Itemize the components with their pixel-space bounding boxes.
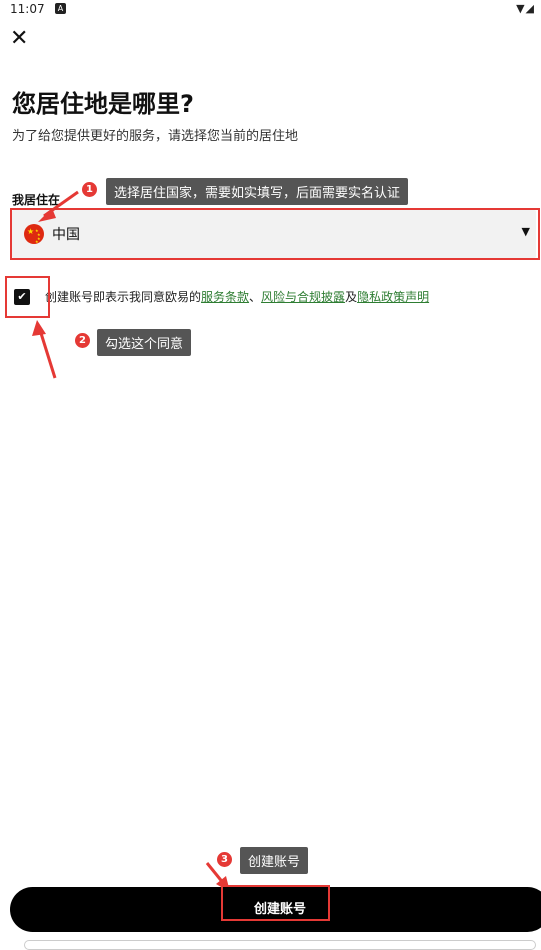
step-tooltip-3: 创建账号 xyxy=(240,847,309,874)
step-badge-3: 3 xyxy=(217,852,232,867)
secondary-button-edge[interactable] xyxy=(24,940,536,950)
highlight-box-button xyxy=(221,885,330,921)
arrow-icon-3 xyxy=(205,862,230,892)
